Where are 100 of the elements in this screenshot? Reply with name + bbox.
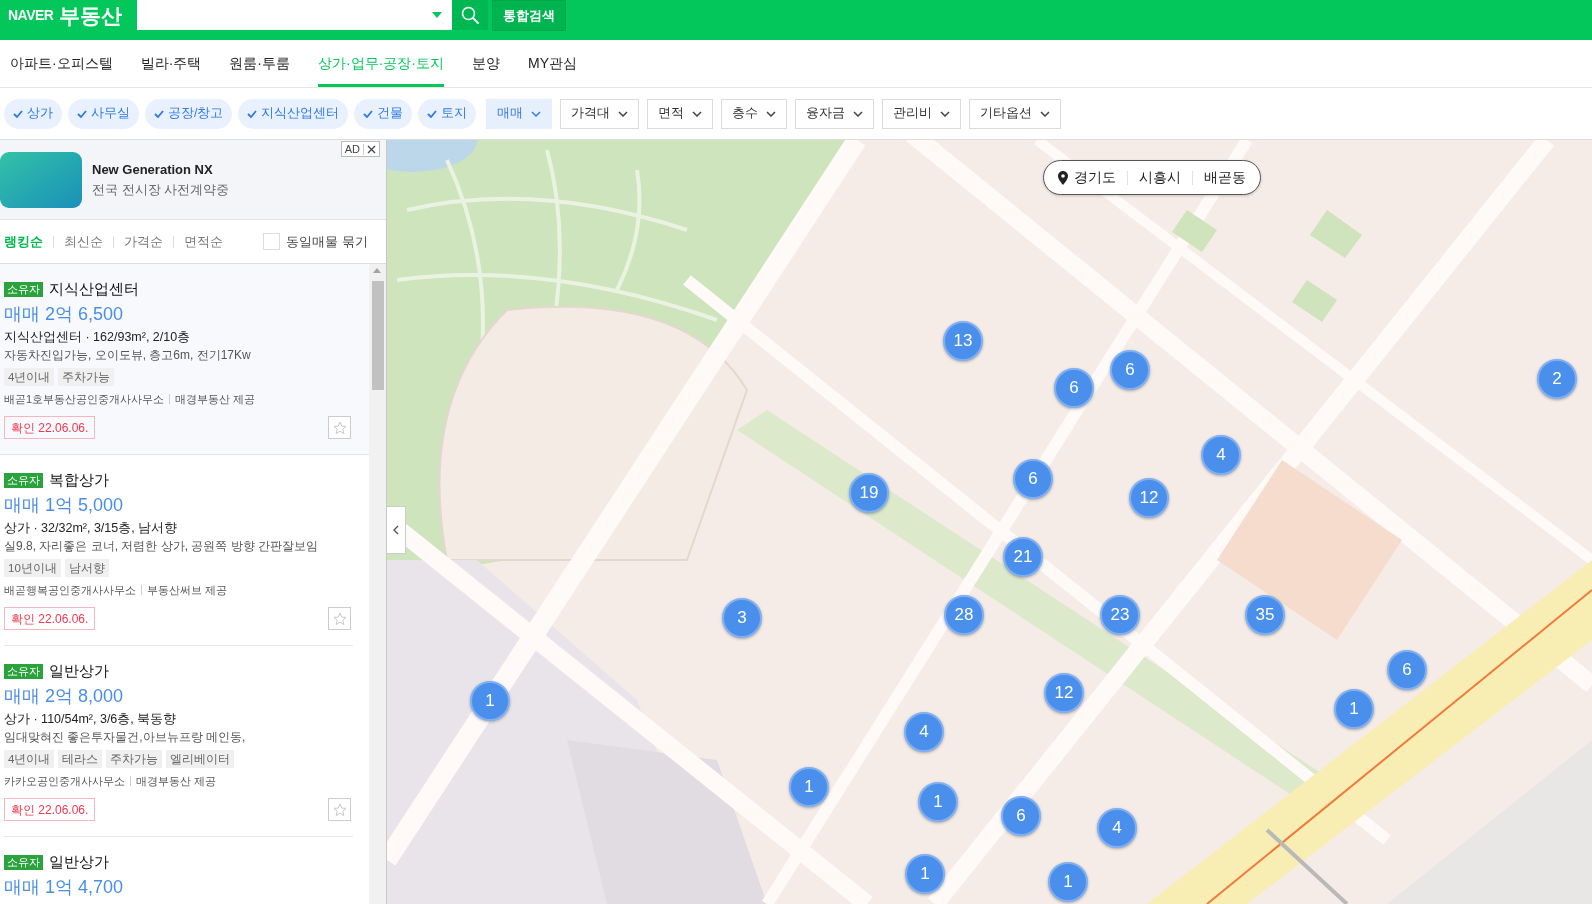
listing-tag: 10년이내 <box>4 559 61 577</box>
listing-price: 매매 1억 5,000 <box>4 494 125 517</box>
listing-tag: 4년이내 <box>4 750 55 768</box>
listing-spec: 상가 · 110/54m², 3/6층, 북동향 <box>4 711 178 728</box>
location-pin-icon <box>1058 170 1068 185</box>
listing-tag: 남서향 <box>64 559 109 577</box>
chevron-down-icon <box>766 110 777 117</box>
filter-dropdown[interactable]: 면적 <box>647 98 714 129</box>
tab[interactable]: 분양 <box>472 40 500 87</box>
integrated-search-button[interactable]: 통합검색 <box>492 0 566 31</box>
filter-dropdown[interactable]: 기타옵션 <box>969 98 1062 129</box>
check-icon <box>13 109 23 118</box>
owner-badge: 소유자 <box>4 472 43 488</box>
tab[interactable]: MY관심 <box>528 40 577 87</box>
listing-price: 매매 1억 4,700 <box>4 876 125 899</box>
listing-item[interactable]: 소유자 지식산업센터 매매 2억 6,500 지식산업센터 · 162/93m², 2/10층 자동차진입가능, 오이도뷰, 층고6m, 전기17Kw 4년이내 주차가능 배곧1호부동산공인중개사사무소 매경부동산 제공 확인 22.06.06. <box>0 264 369 455</box>
listing-price: 매매 2억 8,000 <box>4 685 125 708</box>
favorite-button[interactable] <box>328 607 351 630</box>
listing-spec: 지식산업센터 · 162/93m², 2/10층 <box>4 329 192 346</box>
check-icon <box>427 109 438 118</box>
owner-badge: 소유자 <box>4 854 43 870</box>
tab[interactable]: 빌라·주택 <box>140 40 202 87</box>
scroll-up-arrow-icon <box>373 268 381 273</box>
tab[interactable]: 상가·업무·공장·토지 <box>318 40 444 87</box>
search-icon <box>461 6 479 24</box>
agent-name: 매경부동산 제공 <box>136 773 217 789</box>
agent-name: 카카오공인중개사사무소 <box>4 773 125 789</box>
agent-name: 매경부동산 제공 <box>175 391 256 407</box>
filter-chip[interactable]: 상가 <box>4 98 62 129</box>
listing-description: 임대맞혀진 좋은투자물건,아브뉴프랑 메인동, <box>4 729 247 746</box>
confirmed-date: 확인 22.06.06. <box>4 416 96 439</box>
listing-title: 지식산업센터 <box>49 278 139 299</box>
sort-option[interactable]: 최신순 <box>64 231 103 252</box>
filter-chip[interactable]: 지식산업센터 <box>238 98 349 129</box>
listing-description: 자동차진입가능, 오이도뷰, 층고6m, 전기17Kw <box>4 347 252 364</box>
ad-label: AD <box>341 143 364 155</box>
checkbox-label[interactable]: 동일매물 묶기 <box>286 231 368 252</box>
filter-chip[interactable]: 사무실 <box>68 98 139 129</box>
filter-dropdown[interactable]: 층수 <box>721 98 788 129</box>
listing-tag: 4년이내 <box>4 368 55 386</box>
chevron-left-icon <box>393 525 399 535</box>
sort-option[interactable]: 면적순 <box>184 231 223 252</box>
listing-title: 일반상가 <box>49 660 109 681</box>
chevron-down-icon <box>531 110 542 117</box>
star-icon <box>332 802 347 817</box>
owner-badge: 소유자 <box>4 281 43 297</box>
scrollbar-thumb[interactable] <box>372 281 384 390</box>
ad-subtitle: 전국 전시장 사전계약중 <box>92 180 230 199</box>
location-link[interactable]: 배곧동 <box>1204 167 1246 188</box>
filter-dropdown[interactable]: 관리비 <box>882 98 962 129</box>
star-icon <box>332 611 347 626</box>
agent-name: 배곧1호부동산공인중개사사무소 <box>4 391 165 407</box>
filter-chip[interactable]: 건물 <box>354 98 413 129</box>
chevron-down-icon <box>940 110 951 117</box>
listing-tag: 엘리베이터 <box>166 750 235 768</box>
tab[interactable]: 아파트·오피스텔 <box>10 40 113 87</box>
ad-title: New Generation NX <box>92 160 214 179</box>
agent-name: 부동산써브 제공 <box>147 582 228 598</box>
listing-description: 실9.8, 자리좋은 코너, 저렴한 상가, 공원쪽 방향 간판잘보임 <box>4 538 320 555</box>
confirmed-date: 확인 22.06.06. <box>4 607 96 630</box>
favorite-button[interactable] <box>328 798 351 821</box>
check-icon <box>154 109 164 118</box>
favorite-button[interactable] <box>328 416 351 439</box>
sort-option[interactable]: 랭킹순 <box>4 231 43 252</box>
listing-tag: 테라스 <box>58 750 103 768</box>
check-icon <box>77 109 87 118</box>
filter-dropdown[interactable]: 융자금 <box>795 98 875 129</box>
agent-name: 배곧행복공인중개사사무소 <box>4 582 136 598</box>
location-link[interactable]: 경기도 <box>1074 167 1116 188</box>
listing-title: 복합상가 <box>49 469 109 490</box>
check-icon <box>363 109 374 118</box>
scrollbar-track[interactable] <box>369 264 386 904</box>
filter-chip[interactable]: 토지 <box>418 98 477 129</box>
listing-spec: 상가 · 32/32m², 3/15층, 남서향 <box>4 520 179 537</box>
star-icon <box>332 420 347 435</box>
listing-title: 일반상가 <box>49 851 109 872</box>
search-field[interactable] <box>137 0 452 30</box>
tab[interactable]: 원룸·투룸 <box>229 40 290 87</box>
checkbox[interactable] <box>263 233 281 250</box>
listing-tag: 주차가능 <box>58 368 115 386</box>
listing-tag: 주차가능 <box>106 750 163 768</box>
confirmed-date: 확인 22.06.06. <box>4 798 96 821</box>
sort-option[interactable]: 가격순 <box>124 231 163 252</box>
filter-dropdown[interactable]: 매매 <box>486 98 553 129</box>
dropdown-caret-icon <box>432 12 442 18</box>
search-button[interactable] <box>452 0 488 30</box>
chevron-down-icon <box>1040 110 1051 117</box>
naver-logo[interactable]: NAVER <box>8 5 54 26</box>
location-link[interactable]: 시흥시 <box>1139 167 1181 188</box>
chevron-down-icon <box>618 110 629 117</box>
ad-banner[interactable]: New Generation NX 전국 전시장 사전계약중 AD <box>0 140 386 220</box>
chevron-down-icon <box>692 110 703 117</box>
chevron-down-icon <box>853 110 864 117</box>
check-icon <box>247 109 258 118</box>
listing-price: 매매 2억 6,500 <box>4 303 125 326</box>
filter-dropdown[interactable]: 가격대 <box>560 98 640 129</box>
service-title: 부동산 <box>59 5 123 26</box>
filter-chip[interactable]: 공장/창고 <box>145 98 233 129</box>
collapse-panel-button[interactable] <box>387 506 406 554</box>
owner-badge: 소유자 <box>4 663 43 679</box>
